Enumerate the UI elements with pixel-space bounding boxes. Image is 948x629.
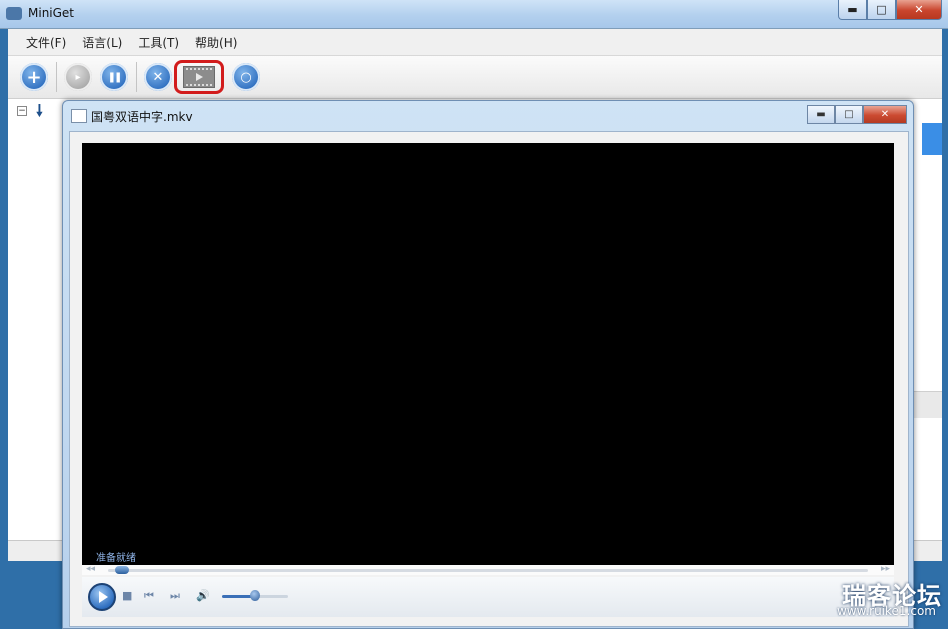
toolbar-separator xyxy=(56,62,57,92)
player-title-bar[interactable]: 国粤双语中字.mkv ▬ □ ✕ xyxy=(63,101,913,127)
menu-file[interactable]: 文件(F) xyxy=(18,34,74,51)
menu-bar: 文件(F) 语言(L) 工具(T) 帮助(H) xyxy=(8,29,942,56)
start-button[interactable]: ▸ xyxy=(64,63,92,91)
add-icon: + xyxy=(26,66,42,88)
selected-task-row[interactable] xyxy=(922,123,942,155)
player-close-button[interactable]: ✕ xyxy=(863,105,907,124)
play-icon xyxy=(99,591,108,603)
add-task-button[interactable]: + xyxy=(20,63,48,91)
pause-icon: ❚❚ xyxy=(107,71,123,83)
play-video-button[interactable] xyxy=(174,60,224,94)
stop-icon[interactable]: ■ xyxy=(122,589,132,602)
player-body: 准备就绪 ◂◂ ▸▸ ■ ⏮ ⏭ 🔊 xyxy=(69,131,909,627)
previous-icon[interactable]: ⏮ xyxy=(144,589,154,603)
volume-thumb[interactable] xyxy=(250,590,260,601)
menu-help[interactable]: 帮助(H) xyxy=(187,34,245,51)
player-minimize-button[interactable]: ▬ xyxy=(807,105,835,124)
volume-icon[interactable]: 🔊 xyxy=(196,589,210,602)
window-controls: ▬ □ ✕ xyxy=(838,0,942,20)
seek-back-icon: ◂◂ xyxy=(86,564,96,574)
start-icon: ▸ xyxy=(75,71,81,83)
seek-thumb[interactable] xyxy=(115,566,130,574)
player-icon xyxy=(71,109,87,123)
player-maximize-button[interactable]: □ xyxy=(835,105,863,124)
next-icon[interactable]: ⏭ xyxy=(170,589,180,603)
toolbar: + ▸ ❚❚ ✕ ○ xyxy=(8,56,942,99)
player-window-controls: ▬ □ ✕ xyxy=(807,105,907,124)
player-window: 国粤双语中字.mkv ▬ □ ✕ 准备就绪 ◂◂ ▸▸ ■ ⏮ ⏭ 🔊 xyxy=(62,100,914,629)
play-button[interactable] xyxy=(88,583,116,611)
tree-collapse-toggle[interactable]: − xyxy=(17,106,27,116)
pause-button[interactable]: ❚❚ xyxy=(100,63,128,91)
maximize-button[interactable]: □ xyxy=(867,0,896,20)
settings-button[interactable]: ○ xyxy=(232,63,260,91)
seek-track[interactable] xyxy=(108,569,868,572)
delete-icon: ✕ xyxy=(152,69,164,85)
seek-bar[interactable]: ◂◂ ▸▸ xyxy=(82,564,894,575)
delete-button[interactable]: ✕ xyxy=(144,63,172,91)
window-title: MiniGet xyxy=(28,6,75,20)
toolbar-separator xyxy=(136,62,137,92)
menu-language[interactable]: 语言(L) xyxy=(74,34,130,51)
download-arrow-icon: 🠗 xyxy=(36,101,43,120)
player-title: 国粤双语中字.mkv xyxy=(91,110,193,124)
video-play-icon xyxy=(183,66,215,88)
player-status-text: 准备就绪 xyxy=(96,553,136,564)
playback-controls: ■ ⏮ ⏭ 🔊 xyxy=(82,577,894,617)
menu-tools[interactable]: 工具(T) xyxy=(130,34,187,51)
video-display[interactable]: 准备就绪 xyxy=(82,143,894,565)
app-icon xyxy=(6,7,22,20)
minimize-button[interactable]: ▬ xyxy=(838,0,867,20)
main-title-bar[interactable]: MiniGet ▬ □ ✕ xyxy=(0,0,948,29)
close-button[interactable]: ✕ xyxy=(896,0,942,20)
watermark-url: www.ruike1.com xyxy=(836,604,936,618)
seek-forward-icon: ▸▸ xyxy=(880,564,890,574)
settings-icon: ○ xyxy=(240,69,252,85)
